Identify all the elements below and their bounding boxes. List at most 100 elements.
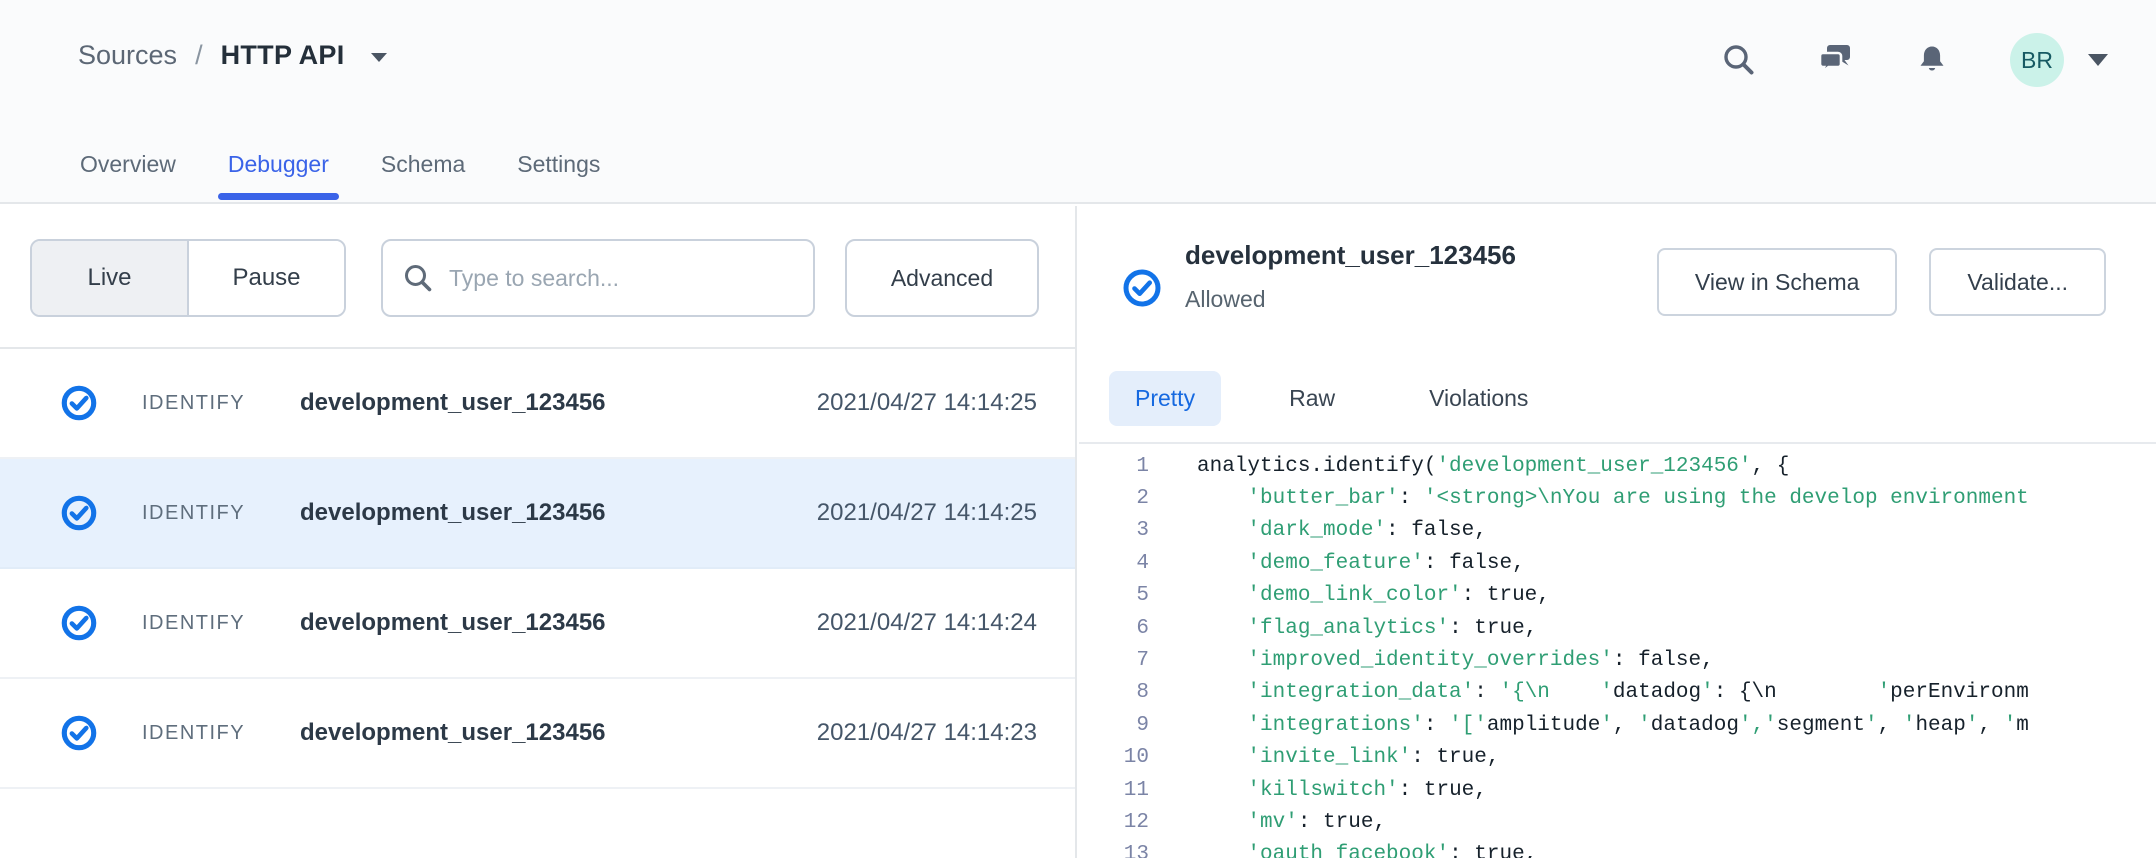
code-segment: :	[1474, 681, 1499, 704]
code-segment: : {\n	[1714, 681, 1878, 704]
breadcrumb: Sources / HTTP API	[78, 40, 387, 71]
line-number: 1	[1079, 455, 1149, 478]
code-segment: datadog	[1651, 714, 1739, 737]
search-icon[interactable]	[1722, 43, 1756, 77]
code-segment: datadog	[1613, 681, 1701, 704]
source-switcher-caret-icon[interactable]	[371, 53, 387, 62]
code-segment: '	[1638, 714, 1651, 737]
chat-icon[interactable]	[1818, 43, 1854, 77]
code-segment: 'improved_identity_overrides'	[1247, 649, 1612, 672]
code-text: analytics.identify('development_user_123…	[1197, 455, 1789, 478]
code-segment	[1197, 617, 1247, 640]
code-line: 8 'integration_data': '{\n 'datadog': {\…	[1079, 677, 2156, 709]
code-segment	[1197, 584, 1247, 607]
code-segment: '['	[1449, 714, 1487, 737]
search-input[interactable]	[449, 265, 793, 292]
code-segment	[1197, 714, 1247, 737]
event-status: Allowed	[1185, 286, 1266, 313]
code-text: 'dark_mode': false,	[1197, 519, 1487, 542]
code-segment: ,	[1613, 714, 1638, 737]
code-line: 7 'improved_identity_overrides': false,	[1079, 644, 2156, 676]
line-number: 7	[1079, 649, 1149, 672]
tab-settings[interactable]: Settings	[515, 150, 602, 178]
advanced-button[interactable]: Advanced	[845, 239, 1039, 317]
code-segment: 'flag_analytics'	[1247, 617, 1449, 640]
code-line: 9 'integrations': '['amplitude', 'datado…	[1079, 709, 2156, 741]
event-detail-panel: development_user_123456 Allowed View in …	[1079, 206, 2156, 858]
header-actions: BR	[1722, 0, 2108, 120]
tab-debugger[interactable]: Debugger	[226, 150, 331, 178]
event-row[interactable]: IDENTIFY development_user_123456 2021/04…	[0, 569, 1075, 679]
payload-tab-pretty[interactable]: Pretty	[1109, 371, 1221, 426]
code-segment: '	[1878, 681, 1891, 704]
event-timestamp: 2021/04/27 14:14:24	[817, 609, 1037, 637]
code-segment	[1197, 811, 1247, 834]
live-button[interactable]: Live	[32, 241, 189, 315]
view-in-schema-button[interactable]: View in Schema	[1657, 248, 1898, 316]
code-text: 'integrations': '['amplitude', 'datadog'…	[1197, 714, 2029, 737]
event-check-icon	[60, 604, 98, 642]
code-segment: '<strong>\nYou are using the develop env…	[1424, 487, 2029, 510]
avatar[interactable]: BR	[2010, 33, 2064, 87]
payload-tab-raw[interactable]: Raw	[1263, 371, 1361, 426]
notifications-icon[interactable]	[1916, 44, 1948, 76]
debugger-controls: Live Pause Advanced	[0, 206, 1075, 349]
code-segment: : false,	[1613, 649, 1714, 672]
code-segment	[1197, 746, 1247, 769]
breadcrumb-sources[interactable]: Sources	[78, 40, 177, 71]
code-segment: '	[1600, 714, 1613, 737]
event-row[interactable]: IDENTIFY development_user_123456 2021/04…	[0, 679, 1075, 789]
pause-button[interactable]: Pause	[189, 241, 344, 315]
event-name: development_user_123456	[300, 719, 817, 747]
event-type-label: IDENTIFY	[142, 612, 274, 635]
line-number: 8	[1079, 681, 1149, 704]
tab-overview[interactable]: Overview	[78, 150, 178, 178]
code-line: 6 'flag_analytics': true,	[1079, 612, 2156, 644]
payload-view-tabs: Pretty Raw Violations	[1079, 354, 2156, 444]
code-line: 2 'butter_bar': '<strong>\nYou are using…	[1079, 482, 2156, 514]
code-segment	[1197, 552, 1247, 575]
payload-tab-violations[interactable]: Violations	[1403, 371, 1554, 426]
caret-down-icon[interactable]	[2088, 54, 2108, 66]
code-segment: 'dark_mode'	[1247, 519, 1386, 542]
event-type-label: IDENTIFY	[142, 502, 274, 525]
code-segment: : true,	[1411, 746, 1499, 769]
code-segment: 'invite_link'	[1247, 746, 1411, 769]
line-number: 10	[1079, 746, 1149, 769]
code-segment	[1197, 843, 1247, 858]
code-text: 'oauth_facebook': true,	[1197, 843, 1537, 858]
source-tabs: Overview Debugger Schema Settings	[78, 150, 602, 178]
code-line: 4 'demo_feature': false,	[1079, 547, 2156, 579]
payload-code-view[interactable]: 1 analytics.identify('development_user_1…	[1079, 444, 2156, 858]
code-segment: perEnvironm	[1890, 681, 2029, 704]
code-segment: :	[1399, 487, 1424, 510]
code-segment: '	[1865, 714, 1878, 737]
code-segment: 'development_user_123456'	[1436, 455, 1751, 478]
event-timestamp: 2021/04/27 14:14:25	[817, 389, 1037, 417]
code-segment: : true,	[1449, 843, 1537, 858]
code-text: 'butter_bar': '<strong>\nYou are using t…	[1197, 487, 2029, 510]
code-segment: '	[2004, 714, 2017, 737]
code-segment: ','	[1739, 714, 1777, 737]
code-line: 11 'killswitch': true,	[1079, 774, 2156, 806]
line-number: 4	[1079, 552, 1149, 575]
code-text: 'flag_analytics': true,	[1197, 617, 1537, 640]
event-name: development_user_123456	[300, 609, 817, 637]
code-segment	[1197, 519, 1247, 542]
code-segment: 'oauth_facebook'	[1247, 843, 1449, 858]
avatar-initials: BR	[2021, 47, 2053, 74]
event-type-label: IDENTIFY	[142, 722, 274, 745]
code-segment: 'integration_data'	[1247, 681, 1474, 704]
event-row[interactable]: IDENTIFY development_user_123456 2021/04…	[0, 459, 1075, 569]
validate-button[interactable]: Validate...	[1929, 248, 2106, 316]
code-segment	[1197, 681, 1247, 704]
event-search-box[interactable]	[381, 239, 815, 317]
event-type-label: IDENTIFY	[142, 392, 274, 415]
tab-schema[interactable]: Schema	[379, 150, 467, 178]
code-segment: : false,	[1424, 552, 1525, 575]
code-line: 5 'demo_link_color': true,	[1079, 580, 2156, 612]
code-segment: :	[1424, 714, 1449, 737]
code-line: 10 'invite_link': true,	[1079, 742, 2156, 774]
code-segment: 'demo_feature'	[1247, 552, 1423, 575]
event-row[interactable]: IDENTIFY development_user_123456 2021/04…	[0, 349, 1075, 459]
